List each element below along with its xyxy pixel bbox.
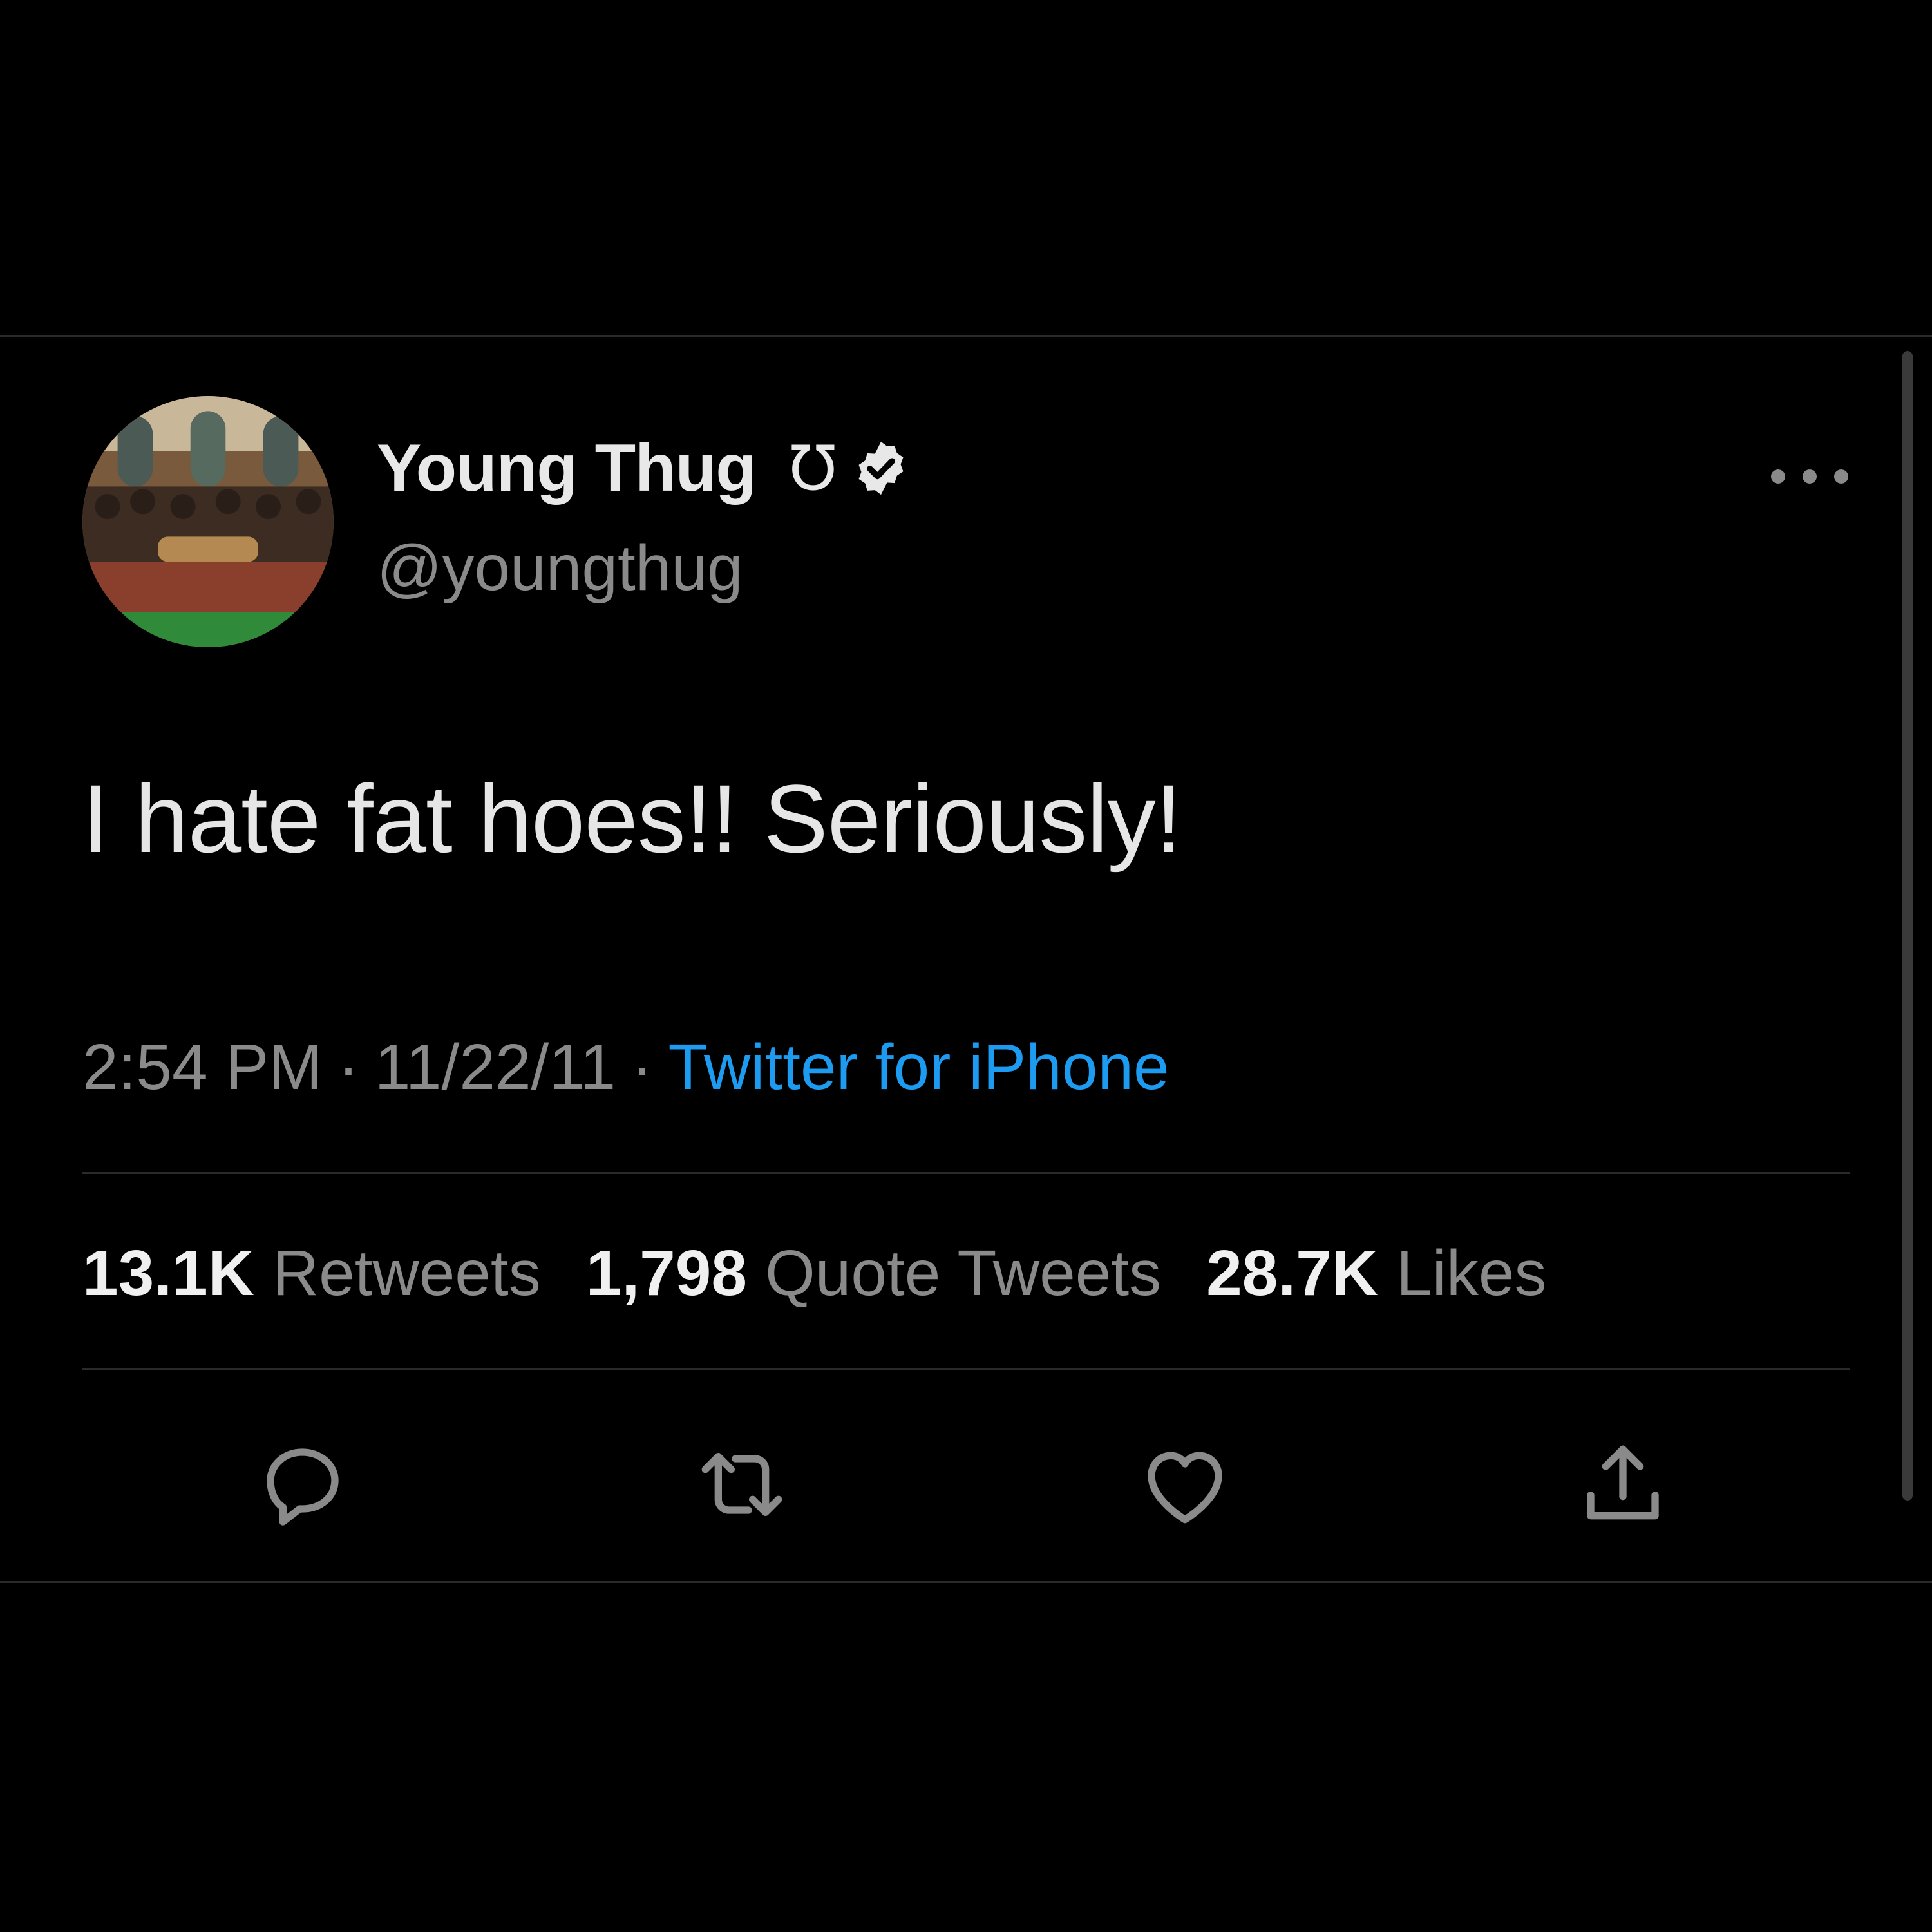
more-options-icon[interactable]	[1771, 464, 1848, 489]
reply-button[interactable]	[251, 1433, 354, 1536]
retweets-count: 13.1K	[82, 1237, 254, 1309]
meta-separator: ·	[337, 1031, 359, 1103]
tweet-time[interactable]: 2:54 PM	[82, 1030, 322, 1104]
likes-stat[interactable]: 28.7K Likes	[1206, 1236, 1546, 1311]
share-icon	[1587, 1445, 1659, 1520]
quote-tweets-count: 1,798	[585, 1237, 747, 1309]
tweet-meta: 2:54 PM · 11/22/11 · Twitter for iPhone	[82, 1030, 1170, 1104]
verified-badge-icon	[858, 441, 904, 495]
retweets-stat[interactable]: 13.1K Retweets	[82, 1236, 541, 1311]
stats-top-divider	[82, 1172, 1850, 1174]
like-icon	[1148, 1452, 1222, 1524]
stats-bottom-divider	[82, 1368, 1850, 1370]
user-handle[interactable]: @youngthug	[377, 531, 743, 605]
retweet-button[interactable]	[690, 1433, 793, 1536]
tweet-screen: Young Thug Ʊ @youngthug I hate fat hoes!…	[0, 0, 1932, 1932]
likes-label: Likes	[1396, 1237, 1547, 1309]
user-name-row: Young Thug Ʊ	[377, 430, 911, 507]
bottom-divider	[0, 1581, 1932, 1583]
tweet-text: I hate fat hoes!! Seriously!	[82, 764, 1182, 873]
quote-tweets-stat[interactable]: 1,798 Quote Tweets	[586, 1236, 1161, 1311]
tweet-stats: 13.1K Retweets 1,798 Quote Tweets 28.7K …	[82, 1236, 1591, 1311]
tweet-source-link[interactable]: Twitter for iPhone	[668, 1030, 1169, 1104]
retweet-icon	[701, 1453, 782, 1516]
meta-separator: ·	[631, 1031, 653, 1103]
scrollbar[interactable]	[1902, 351, 1913, 1501]
top-divider	[0, 335, 1932, 337]
tweet-date[interactable]: 11/22/11	[375, 1030, 616, 1104]
retweets-label: Retweets	[272, 1237, 541, 1309]
share-button[interactable]	[1571, 1433, 1674, 1536]
like-button[interactable]	[1133, 1433, 1236, 1536]
reply-icon	[267, 1448, 339, 1526]
quote-tweets-label: Quote Tweets	[764, 1237, 1162, 1309]
avatar[interactable]	[82, 396, 334, 647]
likes-count: 28.7K	[1206, 1237, 1379, 1309]
name-glyph: Ʊ	[789, 432, 837, 504]
display-name[interactable]: Young Thug	[377, 430, 757, 507]
